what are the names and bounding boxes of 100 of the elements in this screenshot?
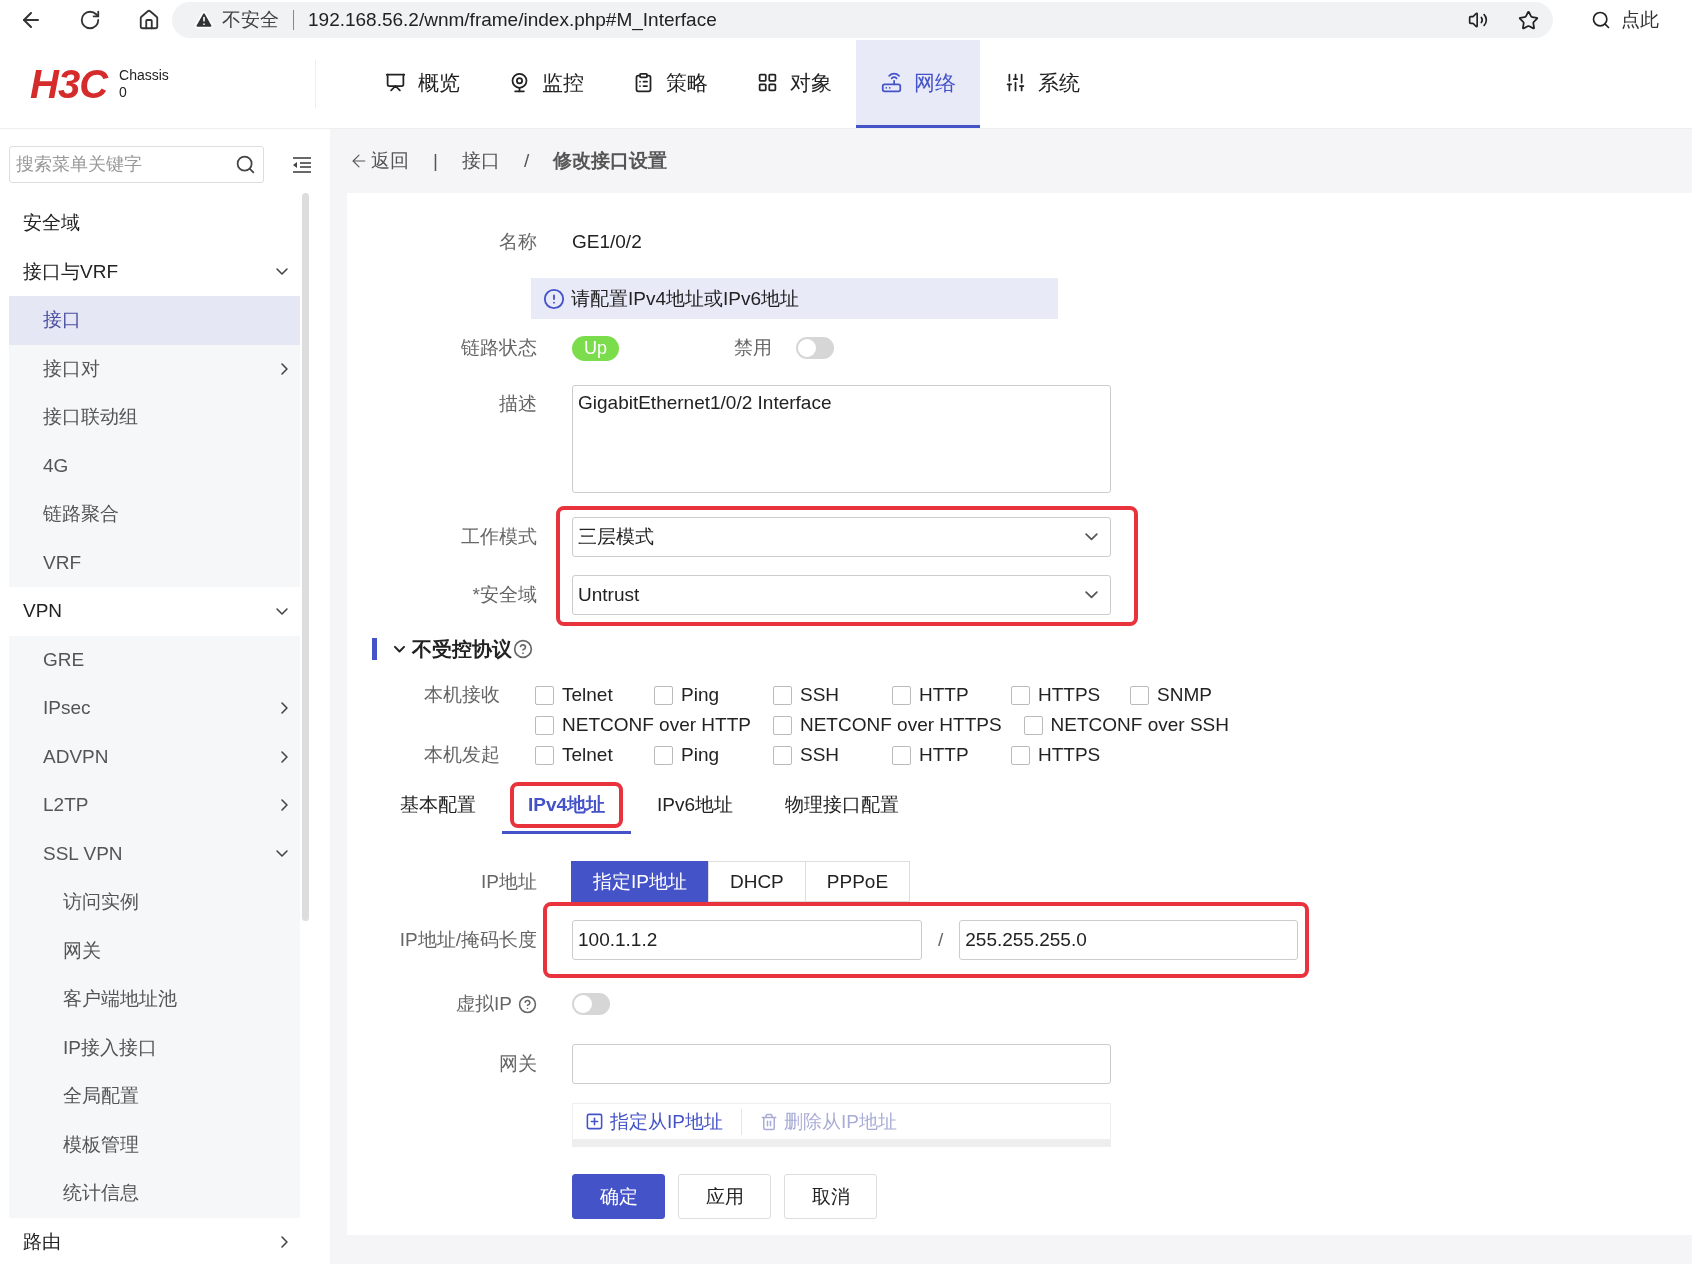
sidebar-item[interactable]: 链路聚合	[9, 490, 300, 539]
brand-logo: H3C	[30, 61, 108, 107]
protocol-checkbox[interactable]: NETCONF over HTTP	[535, 710, 773, 740]
chevron-right-icon	[281, 799, 288, 812]
protocol-checkbox[interactable]: NETCONF over SSH	[1023, 710, 1251, 740]
form-button[interactable]: 应用	[678, 1174, 771, 1219]
dropdown-select[interactable]: 三层模式	[572, 517, 1111, 557]
protocol-checkbox[interactable]: NETCONF over HTTPS	[772, 710, 1024, 740]
trash-icon	[759, 1112, 778, 1131]
tab[interactable]: IPv6地址	[631, 778, 760, 834]
form-button[interactable]: 确定	[572, 1174, 665, 1219]
sidebar-item[interactable]: 网关	[9, 926, 300, 975]
url-text: 192.168.56.2/wnm/frame/index.php#M_Interface	[308, 9, 718, 31]
protocol-checkbox[interactable]: Telnet	[535, 740, 654, 770]
security-label: 不安全	[222, 8, 279, 32]
virtual-ip-toggle[interactable]	[572, 993, 610, 1015]
breadcrumb-separator: /	[523, 150, 530, 172]
sidebar-item[interactable]: SSL VPN	[9, 829, 300, 878]
address-bar[interactable]: 不安全 192.168.56.2/wnm/frame/index.php#M_Interface	[172, 2, 1553, 38]
star-icon[interactable]	[1518, 9, 1539, 31]
chevron-down-icon	[1085, 533, 1098, 541]
tab[interactable]: 基本配置	[374, 778, 502, 834]
toolbar-text[interactable]: 点此	[1621, 7, 1659, 33]
nav-tab[interactable]: 概览	[360, 40, 484, 128]
field-label: 虚拟IP	[456, 992, 512, 1016]
protocol-checkbox[interactable]: SSH	[773, 740, 892, 770]
grid-icon	[756, 72, 778, 93]
notice-text: 请配置IPv4地址或IPv6地址	[571, 286, 800, 311]
protocol-checkbox[interactable]: Ping	[654, 680, 773, 710]
router-icon	[880, 72, 902, 93]
search-icon[interactable]	[235, 154, 256, 175]
sidebar-item[interactable]: 访问实例	[9, 878, 300, 927]
sidebar-item[interactable]: 接口联动组	[9, 393, 300, 442]
sidebar-item[interactable]: 接口对	[9, 344, 300, 393]
help-icon[interactable]	[513, 639, 533, 659]
chassis-number: 0	[119, 84, 128, 101]
tab[interactable]: 物理接口配置	[759, 778, 926, 834]
chevron-down-icon	[1085, 591, 1098, 599]
nav-tab[interactable]: 监控	[484, 40, 608, 128]
info-icon	[543, 287, 565, 310]
description-field[interactable]: GigabitEthernet1/0/2 Interface	[572, 385, 1111, 493]
protocol-checkbox[interactable]: HTTPS	[1011, 740, 1130, 770]
sidebar-item[interactable]: 模板管理	[9, 1120, 300, 1169]
sliders-icon	[1004, 72, 1026, 93]
nav-tab[interactable]: 对象	[732, 40, 856, 128]
sidebar-item[interactable]: ADVPN	[9, 732, 300, 781]
section-marker	[372, 638, 377, 660]
chevron-right-icon	[281, 702, 288, 715]
breadcrumb-link[interactable]: 接口	[461, 148, 500, 174]
chevron-down-icon	[276, 268, 288, 276]
protocol-checkbox[interactable]: Telnet	[535, 680, 654, 710]
dropdown-select[interactable]: Untrust	[572, 575, 1111, 615]
gateway-field[interactable]	[572, 1043, 1111, 1084]
mode-option[interactable]: 指定IP地址	[571, 861, 709, 902]
protocol-checkbox[interactable]: SNMP	[1130, 680, 1249, 710]
sidebar-item[interactable]: L2TP	[9, 781, 300, 830]
collapse-menu-icon[interactable]	[292, 155, 312, 174]
help-icon[interactable]	[518, 994, 537, 1014]
mode-option[interactable]: DHCP	[707, 861, 806, 902]
disable-toggle[interactable]	[796, 337, 834, 359]
nav-tab[interactable]: 网络	[856, 40, 980, 128]
menu-search-field[interactable]: 搜索菜单关键字	[9, 146, 264, 183]
section-title: 不受控协议	[412, 636, 512, 662]
group-label: 本机接收	[423, 683, 500, 707]
scrollbar-thumb[interactable]	[302, 193, 309, 921]
protocol-checkbox[interactable]: HTTP	[892, 740, 1011, 770]
search-icon[interactable]	[1591, 10, 1611, 30]
back-link[interactable]: 返回	[349, 148, 409, 174]
protocol-checkbox[interactable]: HTTP	[892, 680, 1011, 710]
sidebar-item[interactable]: IP接入接口	[9, 1023, 300, 1072]
nav-tab[interactable]: 策略	[608, 40, 732, 128]
sidebar-item[interactable]: IPsec	[9, 684, 300, 733]
separator-slash: /	[938, 929, 944, 951]
sidebar-item[interactable]: VRF	[9, 538, 300, 587]
nav-tab[interactable]: 系统	[980, 40, 1104, 128]
sidebar-item[interactable]: 客户端地址池	[9, 975, 300, 1024]
name-value: GE1/0/2	[572, 231, 643, 253]
protocol-checkbox[interactable]: Ping	[654, 740, 773, 770]
sidebar-item[interactable]: 4G	[9, 441, 300, 490]
sidebar-item[interactable]: GRE	[9, 635, 300, 684]
field-label: IP地址	[480, 869, 537, 894]
breadcrumb-current: 修改接口设置	[553, 149, 668, 173]
form-button[interactable]: 取消	[784, 1174, 877, 1219]
protocol-checkbox[interactable]: HTTPS	[1011, 680, 1130, 710]
plus-square-icon	[585, 1112, 604, 1131]
chevron-right-icon	[281, 750, 288, 763]
sidebar-item[interactable]: 统计信息	[9, 1169, 300, 1218]
sidebar-item[interactable]: 全局配置	[9, 1072, 300, 1121]
sidebar-item[interactable]: 接口	[9, 296, 300, 345]
toolbar-link[interactable]: 指定从IP地址	[585, 1108, 742, 1135]
ip-address-field[interactable]: 100.1.1.2	[572, 920, 922, 960]
field-label: 工作模式	[461, 525, 537, 549]
chevron-right-icon	[281, 1235, 288, 1248]
chevron-down-icon	[276, 850, 288, 858]
field-label: IP地址/掩码长度	[398, 928, 537, 952]
speaker-icon[interactable]	[1468, 10, 1488, 30]
mode-option[interactable]: PPPoE	[804, 861, 911, 902]
mask-field[interactable]: 255.255.255.0	[959, 920, 1299, 960]
protocol-checkbox[interactable]: SSH	[773, 680, 892, 710]
field-label: 网关	[498, 1051, 537, 1076]
